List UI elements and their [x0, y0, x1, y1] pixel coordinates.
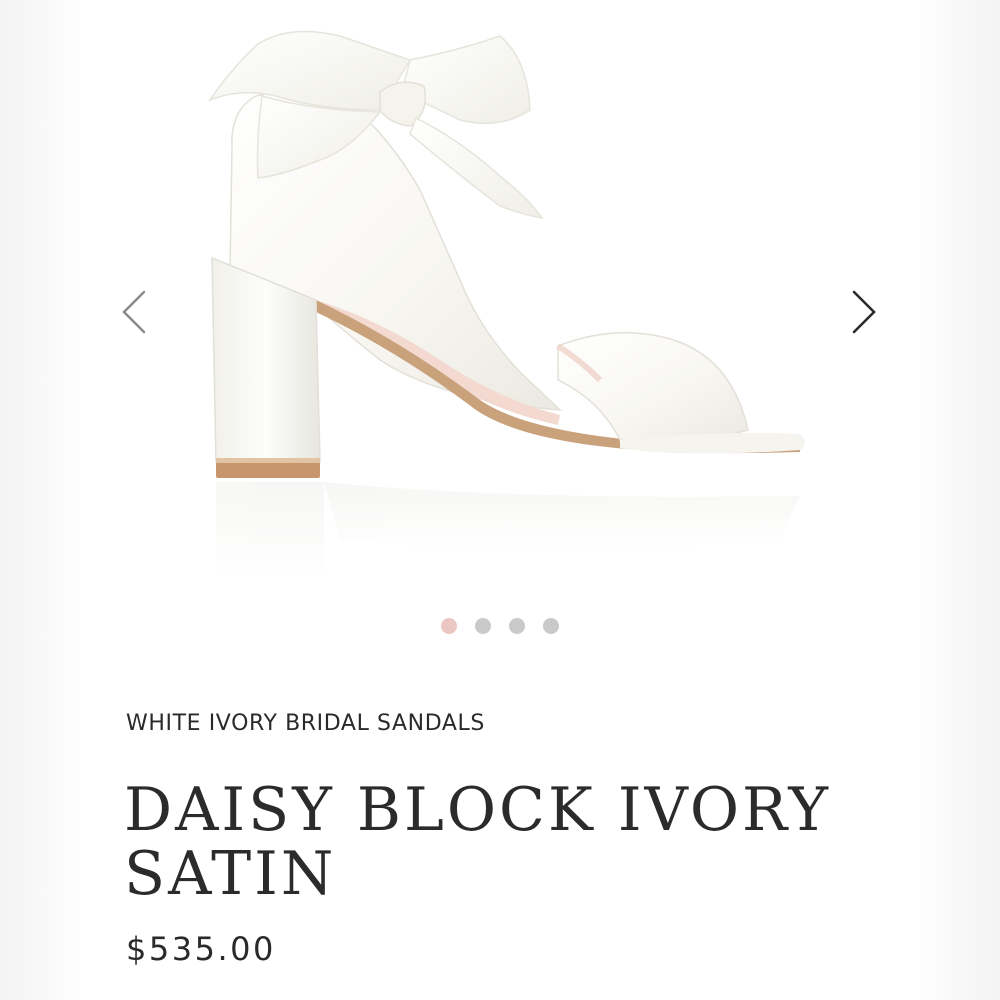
product-title: DAISY BLOCK IVORY SATIN — [124, 775, 831, 909]
screenshot-frame: WHITE IVORY BRIDAL SANDALS DAISY BLOCK I… — [0, 0, 1000, 1000]
product-price: $535.00 — [126, 930, 276, 968]
pagination-dot-2[interactable] — [475, 618, 491, 634]
next-image-button[interactable] — [842, 282, 886, 342]
product-image[interactable] — [80, 0, 920, 600]
chevron-left-icon — [122, 290, 146, 334]
gallery-pagination — [80, 618, 920, 634]
previous-image-button[interactable] — [110, 282, 154, 342]
pagination-dot-1[interactable] — [441, 618, 457, 634]
product-category: WHITE IVORY BRIDAL SANDALS — [126, 711, 485, 736]
product-page: WHITE IVORY BRIDAL SANDALS DAISY BLOCK I… — [80, 0, 920, 1000]
pagination-dot-4[interactable] — [543, 618, 559, 634]
reflection — [216, 482, 800, 577]
pagination-dot-3[interactable] — [509, 618, 525, 634]
chevron-right-icon — [852, 290, 876, 334]
product-gallery[interactable] — [80, 0, 920, 600]
